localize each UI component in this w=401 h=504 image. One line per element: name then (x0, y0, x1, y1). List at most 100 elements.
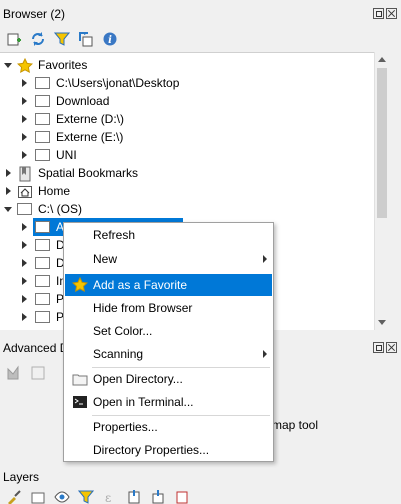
expand-arrow-icon[interactable] (19, 132, 29, 142)
folder-icon (35, 274, 51, 288)
tree-item-label: UNI (56, 148, 77, 162)
expand-arrow-icon[interactable] (19, 96, 29, 106)
expand-all-icon[interactable] (125, 488, 143, 504)
scroll-up-arrow-icon[interactable] (378, 57, 386, 62)
menu-item-set-color[interactable]: Set Color... (65, 320, 272, 342)
menu-item-refresh[interactable]: Refresh (65, 224, 272, 246)
menu-item-open-directory[interactable]: Open Directory... (65, 368, 272, 390)
browser-panel-title: Browser (2) (3, 7, 66, 21)
close-panel-button[interactable] (386, 8, 397, 19)
advanced-panel-buttons (373, 342, 397, 353)
expand-arrow-icon[interactable] (3, 60, 13, 70)
tree-item-label: Spatial Bookmarks (38, 166, 139, 180)
refresh-icon[interactable] (29, 30, 47, 48)
menu-item-directory-properties[interactable]: Directory Properties... (65, 439, 272, 461)
folder-icon (35, 94, 51, 108)
star-icon (16, 57, 34, 74)
add-layer-icon[interactable] (5, 30, 23, 48)
submenu-arrow-icon (263, 255, 267, 263)
expand-arrow-icon[interactable] (19, 114, 29, 124)
folder-icon (35, 310, 51, 324)
add-group-icon[interactable] (29, 488, 47, 504)
menu-item-properties[interactable]: Properties... (65, 416, 272, 438)
menu-item-label: Scanning (93, 347, 144, 361)
float-panel-button[interactable] (373, 8, 384, 19)
expand-arrow-icon[interactable] (19, 78, 29, 88)
tree-item-favorites[interactable]: Favorites (0, 56, 388, 74)
scroll-down-arrow-icon[interactable] (378, 320, 386, 325)
layers-panel-title: Layers (3, 470, 40, 484)
svg-text:i: i (108, 35, 112, 46)
info-icon[interactable]: i (101, 30, 119, 48)
expand-arrow-icon[interactable] (19, 258, 29, 268)
menu-item-label: New (93, 252, 118, 266)
expand-arrow-icon[interactable] (19, 294, 29, 304)
tree-item-label: Externe (D:\) (56, 112, 125, 126)
expand-arrow-icon[interactable] (19, 276, 29, 286)
tree-item-download[interactable]: Download (0, 92, 388, 110)
float-panel-button[interactable] (373, 342, 384, 353)
tree-item-home[interactable]: Home (0, 182, 388, 200)
context-menu: Refresh New Add as a Favorite Hide from … (63, 222, 274, 462)
folder-icon (35, 220, 51, 234)
menu-item-new[interactable]: New (65, 248, 272, 270)
filter-icon[interactable] (53, 30, 71, 48)
tree-item-label: Home (38, 184, 71, 198)
layers-toolbar: ε (0, 484, 191, 504)
expression-filter-icon[interactable]: ε (101, 488, 119, 504)
folder-icon (35, 256, 51, 270)
menu-item-add-favorite[interactable]: Add as a Favorite (65, 274, 272, 296)
folder-icon (35, 76, 51, 90)
tree-item-label: Externe (E:\) (56, 130, 124, 144)
scrollbar-thumb[interactable] (377, 68, 387, 218)
terminal-icon (72, 394, 88, 410)
menu-item-hide-from-browser[interactable]: Hide from Browser (65, 297, 272, 319)
menu-item-label: Add as a Favorite (93, 278, 188, 292)
expand-arrow-icon[interactable] (3, 204, 13, 214)
menu-item-label: Refresh (93, 228, 136, 242)
digitize-icon[interactable] (5, 364, 23, 382)
expand-arrow-icon[interactable] (19, 222, 29, 232)
menu-item-scanning[interactable]: Scanning (65, 343, 272, 365)
folder-icon (72, 371, 88, 387)
collapse-all-icon[interactable] (149, 488, 167, 504)
collapse-icon[interactable] (77, 30, 95, 48)
tree-scrollbar[interactable] (374, 52, 388, 330)
close-panel-button[interactable] (386, 342, 397, 353)
tree-item-desktop[interactable]: C:\Users\jonat\Desktop (0, 74, 388, 92)
split-icon[interactable] (29, 364, 47, 382)
advanced-panel-title: Advanced D (3, 341, 69, 355)
expand-arrow-icon[interactable] (19, 150, 29, 160)
menu-item-open-terminal[interactable]: Open in Terminal... (65, 391, 272, 413)
star-icon (72, 277, 88, 293)
tree-item-label: C:\ (OS) (38, 202, 82, 216)
drive-icon (17, 202, 33, 216)
home-icon (17, 184, 33, 198)
browser-panel-title-bar: Browser (2) (0, 3, 401, 25)
style-brush-icon[interactable] (5, 488, 23, 504)
expand-arrow-icon[interactable] (3, 186, 13, 196)
remove-layer-icon[interactable] (173, 488, 191, 504)
expand-arrow-icon[interactable] (19, 312, 29, 322)
tree-item-externe-e[interactable]: Externe (E:\) (0, 128, 388, 146)
svg-text:ε: ε (105, 491, 111, 504)
folder-icon (35, 148, 51, 162)
expand-arrow-icon[interactable] (19, 240, 29, 250)
menu-item-label: Open in Terminal... (93, 395, 194, 409)
bookmark-icon (17, 166, 33, 182)
tree-item-spatial-bookmarks[interactable]: Spatial Bookmarks (0, 164, 388, 182)
folder-icon (35, 130, 51, 144)
browser-panel-buttons (373, 8, 397, 19)
map-tool-text: map tool (272, 418, 319, 432)
tree-item-uni[interactable]: UNI (0, 146, 388, 164)
eye-icon[interactable] (53, 488, 71, 504)
filter-layer-icon[interactable] (77, 488, 95, 504)
tree-item-label: Favorites (38, 58, 88, 72)
menu-item-label: Hide from Browser (93, 301, 193, 315)
submenu-arrow-icon (263, 350, 267, 358)
expand-arrow-icon[interactable] (3, 168, 13, 178)
tree-item-c-drive[interactable]: C:\ (OS) (0, 200, 388, 218)
tree-item-externe-d[interactable]: Externe (D:\) (0, 110, 388, 128)
tree-item-label: C:\Users\jonat\Desktop (56, 76, 180, 90)
advanced-toolbar (0, 360, 47, 386)
